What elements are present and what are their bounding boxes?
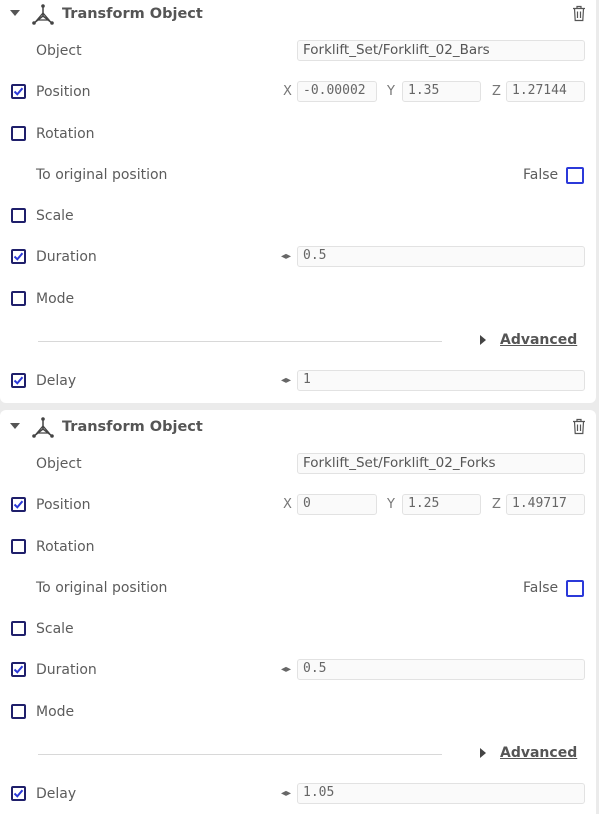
duration-label: Duration (36, 662, 97, 678)
object-field[interactable]: Forklift_Set/Forklift_02_Forks (297, 453, 585, 474)
position-label: Position (36, 497, 91, 513)
position-row: Position X -0.00002 Y 1.35 Z 1.27144 (0, 78, 596, 108)
transform-object-component: Transform Object Object Forklift_Set/For… (0, 0, 596, 403)
z-axis-label: Z (492, 497, 501, 512)
checkmark-icon (13, 87, 24, 96)
delay-checkbox[interactable] (11, 373, 26, 388)
divider (38, 754, 442, 755)
component-title: Transform Object (62, 6, 203, 22)
position-z-field[interactable]: 1.49717 (506, 494, 585, 515)
mode-checkbox[interactable] (11, 291, 26, 306)
to-original-value: False (523, 580, 559, 596)
checkmark-icon (13, 789, 24, 798)
duration-label: Duration (36, 249, 97, 265)
position-x-field[interactable]: -0.00002 (297, 81, 377, 102)
z-axis-label: Z (492, 84, 501, 99)
transform-axes-icon (32, 417, 54, 438)
rotation-checkbox[interactable] (11, 539, 26, 554)
duration-checkbox[interactable] (11, 249, 26, 264)
trash-icon[interactable] (572, 418, 586, 435)
delay-field[interactable]: 1.05 (297, 783, 585, 804)
scale-label: Scale (36, 208, 74, 224)
advanced-toggle[interactable]: Advanced (500, 332, 577, 348)
object-field[interactable]: Forklift_Set/Forklift_02_Bars (297, 40, 585, 61)
rotation-row: Rotation (0, 533, 596, 563)
drag-handle-icon[interactable]: ◂▸ (281, 664, 291, 675)
to-original-toggle[interactable] (566, 167, 584, 184)
component-title: Transform Object (62, 419, 203, 435)
trash-icon[interactable] (572, 5, 586, 22)
transform-object-component: Transform Object Object Forklift_Set/For… (0, 410, 596, 814)
duration-field[interactable]: 0.5 (297, 246, 585, 267)
advanced-row: Advanced (0, 739, 596, 769)
rotation-checkbox[interactable] (11, 126, 26, 141)
checkmark-icon (13, 665, 24, 674)
y-axis-label: Y (387, 497, 395, 512)
delay-label: Delay (36, 786, 77, 802)
to-original-label: To original position (36, 580, 168, 596)
drag-handle-icon[interactable]: ◂▸ (281, 788, 291, 799)
duration-row: Duration ◂▸ 0.5 (0, 656, 596, 686)
mode-row: Mode (0, 698, 596, 728)
duration-checkbox[interactable] (11, 662, 26, 677)
delay-field[interactable]: 1 (297, 370, 585, 391)
position-row: Position X 0 Y 1.25 Z 1.49717 (0, 491, 596, 521)
position-label: Position (36, 84, 91, 100)
delay-row: Delay ◂▸ 1 (0, 367, 596, 397)
advanced-toggle[interactable]: Advanced (500, 745, 577, 761)
drag-handle-icon[interactable]: ◂▸ (281, 375, 291, 386)
rotation-row: Rotation (0, 120, 596, 150)
object-row: Object Forklift_Set/Forklift_02_Forks (0, 450, 596, 480)
scale-checkbox[interactable] (11, 208, 26, 223)
checkmark-icon (13, 500, 24, 509)
to-original-toggle[interactable] (566, 580, 584, 597)
scale-row: Scale (0, 615, 596, 645)
component-header[interactable]: Transform Object (0, 413, 596, 443)
object-row: Object Forklift_Set/Forklift_02_Bars (0, 37, 596, 67)
to-original-value: False (523, 167, 559, 183)
rotation-label: Rotation (36, 126, 95, 142)
scale-label: Scale (36, 621, 74, 637)
delay-label: Delay (36, 373, 77, 389)
x-axis-label: X (283, 84, 292, 99)
object-label: Object (36, 43, 82, 59)
duration-field[interactable]: 0.5 (297, 659, 585, 680)
y-axis-label: Y (387, 84, 395, 99)
caret-down-icon[interactable] (10, 10, 20, 16)
advanced-row: Advanced (0, 326, 596, 356)
caret-right-icon[interactable] (480, 335, 486, 345)
position-y-field[interactable]: 1.25 (402, 494, 481, 515)
divider (38, 341, 442, 342)
delay-checkbox[interactable] (11, 786, 26, 801)
position-z-field[interactable]: 1.27144 (506, 81, 585, 102)
position-checkbox[interactable] (11, 84, 26, 99)
caret-right-icon[interactable] (480, 748, 486, 758)
mode-row: Mode (0, 285, 596, 315)
x-axis-label: X (283, 497, 292, 512)
mode-label: Mode (36, 291, 75, 307)
scale-row: Scale (0, 202, 596, 232)
delay-row: Delay ◂▸ 1.05 (0, 780, 596, 810)
position-y-field[interactable]: 1.35 (402, 81, 481, 102)
position-x-field[interactable]: 0 (297, 494, 377, 515)
to-original-label: To original position (36, 167, 168, 183)
caret-down-icon[interactable] (10, 423, 20, 429)
mode-label: Mode (36, 704, 75, 720)
mode-checkbox[interactable] (11, 704, 26, 719)
drag-handle-icon[interactable]: ◂▸ (281, 251, 291, 262)
component-header[interactable]: Transform Object (0, 0, 596, 30)
transform-axes-icon (32, 4, 54, 25)
to-original-row: To original position False (0, 161, 596, 191)
to-original-row: To original position False (0, 574, 596, 604)
duration-row: Duration ◂▸ 0.5 (0, 243, 596, 273)
position-checkbox[interactable] (11, 497, 26, 512)
checkmark-icon (13, 376, 24, 385)
checkmark-icon (13, 252, 24, 261)
object-label: Object (36, 456, 82, 472)
scale-checkbox[interactable] (11, 621, 26, 636)
rotation-label: Rotation (36, 539, 95, 555)
